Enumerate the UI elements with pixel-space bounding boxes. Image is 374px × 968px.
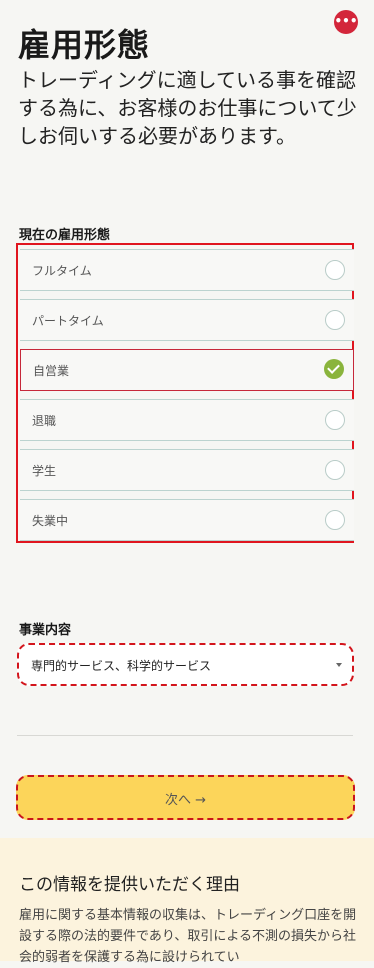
option-parttime[interactable]: パートタイム — [20, 299, 354, 341]
employment-page: ••• 雇用形態 トレーディングに適している事を確認する為に、お客様のお仕事につ… — [0, 0, 374, 965]
radio-icon — [325, 460, 345, 480]
radio-icon — [325, 260, 345, 280]
reason-title: この情報を提供いただく理由 — [19, 875, 240, 895]
option-unemployed[interactable]: 失業中 — [20, 499, 354, 541]
business-type-label: 事業内容 — [19, 623, 72, 638]
page-subtitle: トレーディングに適している事を確認する為に、お客様のお仕事について少しお伺いする… — [18, 68, 357, 148]
option-label: 失業中 — [32, 514, 69, 528]
reason-section: この情報を提供いただく理由 雇用に関する基本情報の収集は、トレーディング口座を開… — [0, 838, 374, 965]
option-label: 自営業 — [33, 364, 70, 378]
option-label: パートタイム — [32, 314, 104, 328]
employment-status-label: 現在の雇用形態 — [19, 228, 111, 243]
next-button-label: 次へ → — [164, 793, 207, 808]
option-label: フルタイム — [32, 264, 92, 278]
option-retired[interactable]: 退職 — [20, 399, 354, 441]
more-options-button[interactable]: ••• — [334, 10, 358, 34]
radio-icon — [325, 410, 345, 430]
option-label: 学生 — [32, 464, 57, 478]
reason-body: 雇用に関する基本情報の収集は、トレーディング口座を開設する際の法的要件であり、取… — [19, 908, 357, 965]
checkmark-icon — [324, 359, 344, 379]
caret-down-icon — [336, 663, 342, 667]
employment-status-group: フルタイム パートタイム 自営業 退職 学生 失業中 — [16, 243, 354, 543]
next-button[interactable]: 次へ → — [16, 775, 355, 820]
business-type-value: 専門的サービス、科学的サービス — [31, 659, 212, 673]
option-self-employed[interactable]: 自営業 — [20, 349, 354, 391]
radio-icon — [325, 310, 345, 330]
divider — [17, 735, 353, 736]
option-label: 退職 — [32, 414, 57, 428]
business-type-select[interactable]: 専門的サービス、科学的サービス — [17, 643, 354, 686]
option-student[interactable]: 学生 — [20, 449, 354, 491]
option-fulltime[interactable]: フルタイム — [20, 249, 354, 291]
radio-icon — [325, 510, 345, 530]
page-title: 雇用形態 — [18, 26, 151, 64]
